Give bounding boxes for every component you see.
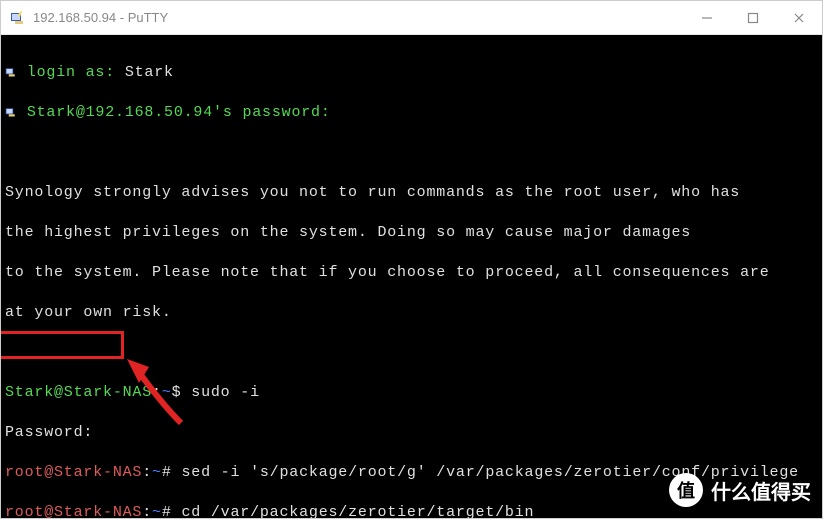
watermark: 值 什么值得买 bbox=[669, 473, 811, 507]
terminal-area[interactable]: login as: Stark Stark@192.168.50.94's pa… bbox=[1, 35, 822, 518]
titlebar[interactable]: 192.168.50.94 - PuTTY bbox=[1, 1, 822, 35]
maximize-button[interactable] bbox=[730, 1, 776, 35]
prompt-line: Stark@Stark-NAS:~$ sudo -i bbox=[5, 383, 818, 403]
motd-line: the highest privileges on the system. Do… bbox=[5, 223, 818, 243]
motd-line: Synology strongly advises you not to run… bbox=[5, 183, 818, 203]
motd-line: to the system. Please note that if you c… bbox=[5, 263, 818, 283]
putty-mini-icon bbox=[5, 105, 17, 119]
putty-icon bbox=[9, 9, 27, 27]
login-line: login as: Stark bbox=[5, 63, 818, 83]
watermark-badge: 值 bbox=[669, 473, 703, 507]
pw-prompt-line: Stark@192.168.50.94's password: bbox=[5, 103, 818, 123]
password-line: Password: bbox=[5, 423, 818, 443]
window-title: 192.168.50.94 - PuTTY bbox=[33, 10, 168, 25]
watermark-text: 什么值得买 bbox=[711, 476, 811, 505]
minimize-button[interactable] bbox=[684, 1, 730, 35]
motd-line: at your own risk. bbox=[5, 303, 818, 323]
putty-window: 192.168.50.94 - PuTTY login as: Stark St… bbox=[0, 0, 823, 519]
close-button[interactable] bbox=[776, 1, 822, 35]
putty-mini-icon bbox=[5, 65, 17, 79]
